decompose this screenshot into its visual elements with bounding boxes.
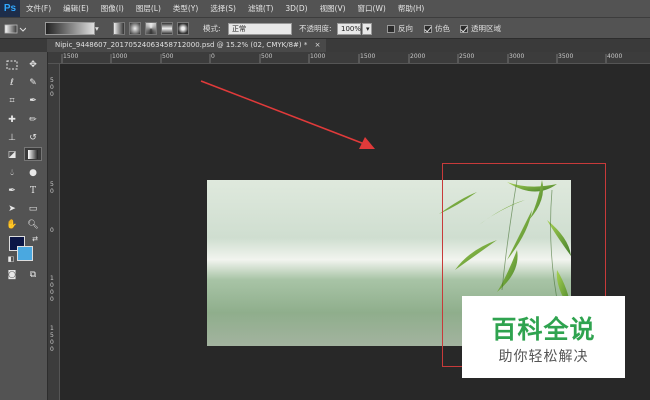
- reverse-label: 反向: [398, 24, 413, 33]
- ruler-label: 500: [162, 53, 174, 60]
- menu-type[interactable]: 类型(Y): [167, 0, 204, 17]
- marquee-tool-icon[interactable]: [3, 58, 21, 72]
- diamond-gradient-button[interactable]: [177, 22, 189, 35]
- opacity-label: 不透明度:: [299, 24, 332, 33]
- ruler-label: 0: [50, 296, 54, 303]
- mode-select[interactable]: 正常: [228, 22, 292, 35]
- watermark-subtitle: 助你轻松解决: [498, 349, 589, 365]
- ruler-label: 2500: [459, 53, 475, 60]
- rectangle-tool-icon[interactable]: ▭: [24, 202, 42, 216]
- ruler-label: 2000: [410, 53, 426, 60]
- tool-preset-picker[interactable]: [4, 22, 26, 35]
- brush-tool-icon[interactable]: ✏: [24, 113, 42, 127]
- clone-stamp-tool-icon[interactable]: ⊥: [3, 131, 21, 145]
- document-tab-title: Nipic_9448607_20170524063458712000.psd @…: [55, 41, 308, 49]
- blur-tool-icon[interactable]: 💧︎: [3, 166, 21, 180]
- screen-mode-icon[interactable]: ⧉: [24, 268, 42, 282]
- red-arrow-annotation: [200, 80, 375, 149]
- ruler-label: 0: [50, 346, 54, 353]
- quick-selection-tool-icon[interactable]: ✎: [24, 76, 42, 90]
- ruler-label: 3000: [509, 53, 525, 60]
- eraser-tool-icon[interactable]: ◪: [3, 148, 21, 162]
- reverse-check-icon: [387, 24, 395, 33]
- linear-gradient-button[interactable]: [113, 22, 125, 35]
- menu-image[interactable]: 图像(I): [95, 0, 130, 17]
- document-tab-bar: Nipic_9448607_20170524063458712000.psd @…: [0, 39, 650, 52]
- opacity-input[interactable]: 100%: [337, 22, 361, 35]
- radial-gradient-button[interactable]: [129, 22, 141, 35]
- transparency-checkbox[interactable]: 透明区域: [460, 22, 501, 35]
- quick-mask-icon[interactable]: ◙: [3, 268, 21, 282]
- angle-gradient-button[interactable]: [145, 22, 157, 35]
- transparency-check-icon: [460, 24, 468, 33]
- ruler-label: 3500: [558, 53, 574, 60]
- ruler-label: 4000: [607, 53, 623, 60]
- eyedropper-tool-icon[interactable]: ✒: [24, 94, 42, 108]
- menu-layer[interactable]: 图层(L): [130, 0, 167, 17]
- ruler-label: 1500: [360, 53, 376, 60]
- ruler-label: 500: [261, 53, 273, 60]
- menu-bar: Ps 文件(F) 编辑(E) 图像(I) 图层(L) 类型(Y) 选择(S) 滤…: [0, 0, 650, 17]
- dither-label: 仿色: [435, 24, 450, 33]
- watermark-title: 百科全说: [491, 315, 596, 344]
- pen-tool-icon[interactable]: ✒: [3, 184, 21, 198]
- lasso-tool-icon[interactable]: ℓ: [3, 76, 21, 90]
- zoom-tool-icon[interactable]: 🔍︎: [24, 218, 42, 232]
- ruler-label: 0: [50, 188, 54, 195]
- menu-window[interactable]: 窗口(W): [352, 0, 392, 17]
- default-colors-icon[interactable]: ◧: [2, 252, 20, 266]
- gradient-swatch[interactable]: [45, 22, 95, 35]
- ruler-label: 1000: [310, 53, 326, 60]
- gradient-dropdown-icon[interactable]: ▾: [95, 22, 103, 35]
- options-bar: ▾ 模式: 正常 不透明度: 100% ▾ 反向 仿色 透明区域: [0, 17, 650, 39]
- menu-edit[interactable]: 编辑(E): [57, 0, 95, 17]
- vertical-ruler: 5 0 0 5 0 0 1 0 0 0 1 5 0 0: [48, 64, 60, 400]
- healing-brush-tool-icon[interactable]: ✚: [3, 113, 21, 127]
- document-tab[interactable]: Nipic_9448607_20170524063458712000.psd @…: [47, 39, 327, 52]
- menu-filter[interactable]: 滤镜(T): [242, 0, 279, 17]
- dither-check-icon: [424, 24, 432, 33]
- path-selection-tool-icon[interactable]: ➤: [3, 202, 21, 216]
- menu-select[interactable]: 选择(S): [204, 0, 242, 17]
- move-tool-icon[interactable]: ✥: [24, 58, 42, 72]
- photoshop-logo: Ps: [0, 0, 20, 17]
- transparency-label: 透明区域: [471, 24, 501, 33]
- ruler-label: 0: [50, 227, 54, 234]
- toolbox: ✥ ℓ ✎ ⌗ ✒ ✚ ✏ ⊥ ↺ ◪ 💧︎ ● ✒ T ➤ ▭ ✋ 🔍︎ ⇄ …: [0, 52, 48, 400]
- close-tab-icon[interactable]: ×: [315, 41, 321, 49]
- mode-label: 模式:: [203, 24, 221, 33]
- menu-3d[interactable]: 3D(D): [279, 0, 313, 17]
- horizontal-ruler: 1500 1000 500 0 500 1000 1500 2000 2500 …: [48, 52, 650, 64]
- crop-tool-icon[interactable]: ⌗: [3, 94, 21, 108]
- opacity-dropdown-icon[interactable]: ▾: [362, 22, 372, 35]
- history-brush-tool-icon[interactable]: ↺: [24, 131, 42, 145]
- ruler-label: 1500: [63, 53, 79, 60]
- menu-help[interactable]: 帮助(H): [392, 0, 431, 17]
- dodge-tool-icon[interactable]: ●: [24, 166, 42, 180]
- hand-tool-icon[interactable]: ✋: [3, 218, 21, 232]
- gradient-tool-icon: [4, 24, 26, 33]
- menu-file[interactable]: 文件(F): [20, 0, 57, 17]
- ruler-label: 0: [211, 53, 215, 60]
- type-tool-icon[interactable]: T: [24, 184, 42, 198]
- reverse-checkbox[interactable]: 反向: [387, 22, 413, 35]
- menu-view[interactable]: 视图(V): [314, 0, 352, 17]
- ruler-label: 0: [50, 91, 54, 98]
- dither-checkbox[interactable]: 仿色: [424, 22, 450, 35]
- ruler-label: 1000: [112, 53, 128, 60]
- swap-colors-icon[interactable]: ⇄: [26, 232, 44, 246]
- gradient-tool-button-icon[interactable]: [24, 147, 42, 161]
- watermark-box: 百科全说 助你轻松解决: [462, 296, 625, 378]
- reflected-gradient-button[interactable]: [161, 22, 173, 35]
